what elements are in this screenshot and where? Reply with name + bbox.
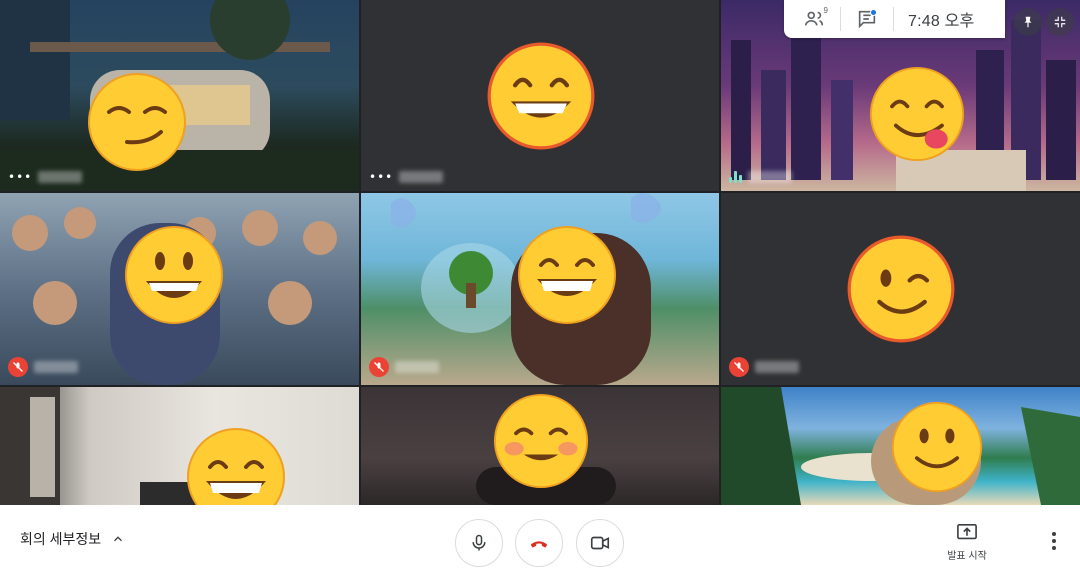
winking-face-emoji — [847, 235, 955, 343]
laughing-face-emoji — [187, 428, 285, 505]
chat-icon[interactable] — [855, 7, 879, 31]
tile-status — [729, 171, 792, 183]
people-count: 9 — [823, 6, 828, 15]
participant-tile[interactable]: ••• — [0, 0, 359, 191]
present-screen-icon — [957, 524, 977, 540]
tile-status — [729, 357, 799, 377]
divider — [840, 7, 841, 31]
tile-corner-controls — [1014, 8, 1074, 36]
mic-off-icon — [8, 357, 28, 377]
microphone-button[interactable] — [455, 519, 503, 567]
face-savoring-food-emoji — [869, 66, 965, 162]
video-grid: ••• ••• — [0, 0, 1080, 505]
participant-tile[interactable] — [721, 193, 1080, 385]
microphone-icon — [472, 534, 486, 551]
slightly-smiling-face-emoji — [891, 401, 983, 493]
more-vert-icon — [1052, 532, 1056, 550]
meeting-details-label: 회의 세부정보 — [20, 531, 102, 547]
tile-status: ••• — [369, 170, 444, 184]
participant-tile[interactable] — [721, 387, 1080, 505]
clock: 7:48 오후 — [908, 13, 975, 30]
smirking-face-emoji — [88, 73, 186, 171]
tile-background — [0, 387, 200, 505]
tile-status: ••• — [8, 170, 83, 184]
tile-status — [369, 357, 439, 377]
mic-off-icon — [369, 357, 389, 377]
end-call-icon — [530, 541, 548, 548]
meeting-info-panel: 9 7:48 오후 — [784, 0, 1005, 38]
beaming-face-emoji — [518, 226, 616, 324]
audio-dots-icon: ••• — [8, 170, 33, 184]
participant-name — [399, 171, 444, 183]
camera-icon — [590, 536, 610, 550]
meeting-details-toggle[interactable]: 회의 세부정보 — [20, 529, 125, 549]
participant-name — [38, 171, 83, 183]
pin-icon[interactable] — [1014, 8, 1042, 36]
participant-tile[interactable] — [361, 193, 719, 385]
mic-off-icon — [729, 357, 749, 377]
fullscreen-exit-icon[interactable] — [1046, 8, 1074, 36]
participant-tile[interactable] — [0, 193, 359, 385]
present-label: 발표 시작 — [947, 551, 987, 562]
participant-name — [748, 171, 792, 183]
participant-tile[interactable] — [361, 387, 719, 505]
people-icon[interactable]: 9 — [802, 6, 828, 31]
participant-name — [755, 361, 799, 373]
meet-window: ••• ••• 9 7:48 오후 회의 세부정보 발표 시작 — [0, 0, 1080, 571]
chevron-up-icon — [114, 536, 123, 542]
divider — [893, 7, 894, 31]
grinning-face-big-eyes-emoji — [125, 226, 223, 324]
present-now-button[interactable]: 발표 시작 — [940, 523, 994, 562]
participant-name — [395, 361, 439, 373]
unread-badge — [870, 9, 877, 16]
participant-tile[interactable] — [0, 387, 359, 505]
tile-status — [8, 357, 78, 377]
camera-button[interactable] — [576, 519, 624, 567]
more-options-button[interactable] — [1042, 529, 1066, 553]
audio-level-icon — [729, 171, 742, 183]
end-call-button[interactable] — [515, 519, 563, 567]
audio-dots-icon: ••• — [369, 170, 394, 184]
grinning-face-emoji — [487, 42, 595, 150]
smiling-blushing-face-emoji — [493, 393, 589, 489]
participant-name — [34, 361, 78, 373]
bottom-control-bar: 회의 세부정보 발표 시작 — [0, 505, 1080, 571]
participant-tile[interactable]: ••• — [361, 0, 719, 191]
